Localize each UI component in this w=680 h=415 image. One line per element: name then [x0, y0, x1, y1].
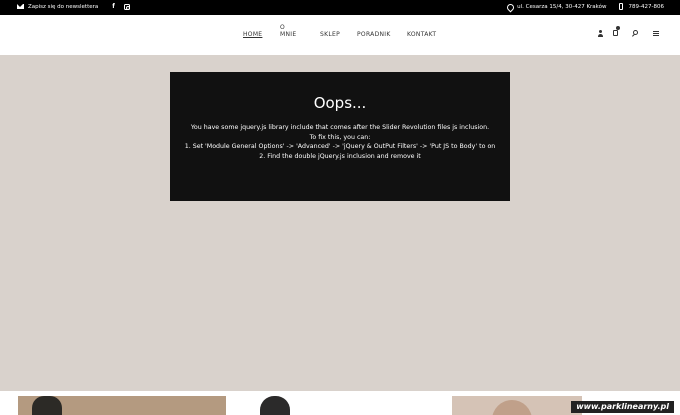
nav-o-mnie[interactable]: O MNIE [280, 24, 300, 38]
error-line-3: 1. Set 'Module General Options' -> 'Adva… [184, 143, 496, 150]
user-icon[interactable] [597, 30, 603, 37]
top-bar: Zapisz się do newslettera f ul. Cesarza … [0, 0, 680, 15]
watermark: www.parklinearny.pl [571, 401, 674, 413]
phone-number[interactable]: 789-427-806 [629, 4, 664, 10]
menu-icon[interactable] [653, 31, 659, 36]
product-image-2[interactable] [260, 396, 290, 415]
search-icon[interactable] [633, 30, 638, 35]
slider-error-box: Oops... You have some jquery.js library … [170, 72, 510, 201]
error-title: Oops... [313, 94, 367, 112]
nav-sklep[interactable]: SKLEP [320, 31, 340, 38]
error-message: You have some jquery.js library include … [170, 123, 510, 161]
error-line-4: 2. Find the double jQuery.js inclusion a… [259, 152, 421, 160]
site-header: HOME O MNIE SKLEP PORADNIK KONTAKT [0, 15, 680, 55]
nav-home[interactable]: HOME [243, 31, 262, 38]
product-image-1[interactable] [18, 396, 226, 415]
error-line-2: To fix this, you can: [309, 133, 371, 141]
nav-kontakt[interactable]: KONTAKT [407, 31, 436, 38]
location-pin-icon [507, 4, 512, 10]
nav-poradnik[interactable]: PORADNIK [357, 31, 391, 38]
instagram-icon[interactable] [123, 3, 130, 10]
address-text: ul. Cesarza 15/4, 30-427 Kraków [517, 3, 607, 10]
mail-icon [17, 4, 24, 9]
cart-badge [616, 26, 620, 30]
shopping-bag-icon[interactable] [613, 30, 618, 36]
facebook-icon[interactable]: f [112, 3, 115, 10]
newsletter-link[interactable]: Zapisz się do newslettera [28, 4, 98, 10]
product-image-3[interactable] [452, 396, 582, 415]
error-line-1: You have some jquery.js library include … [190, 124, 490, 131]
phone-icon [618, 3, 623, 10]
